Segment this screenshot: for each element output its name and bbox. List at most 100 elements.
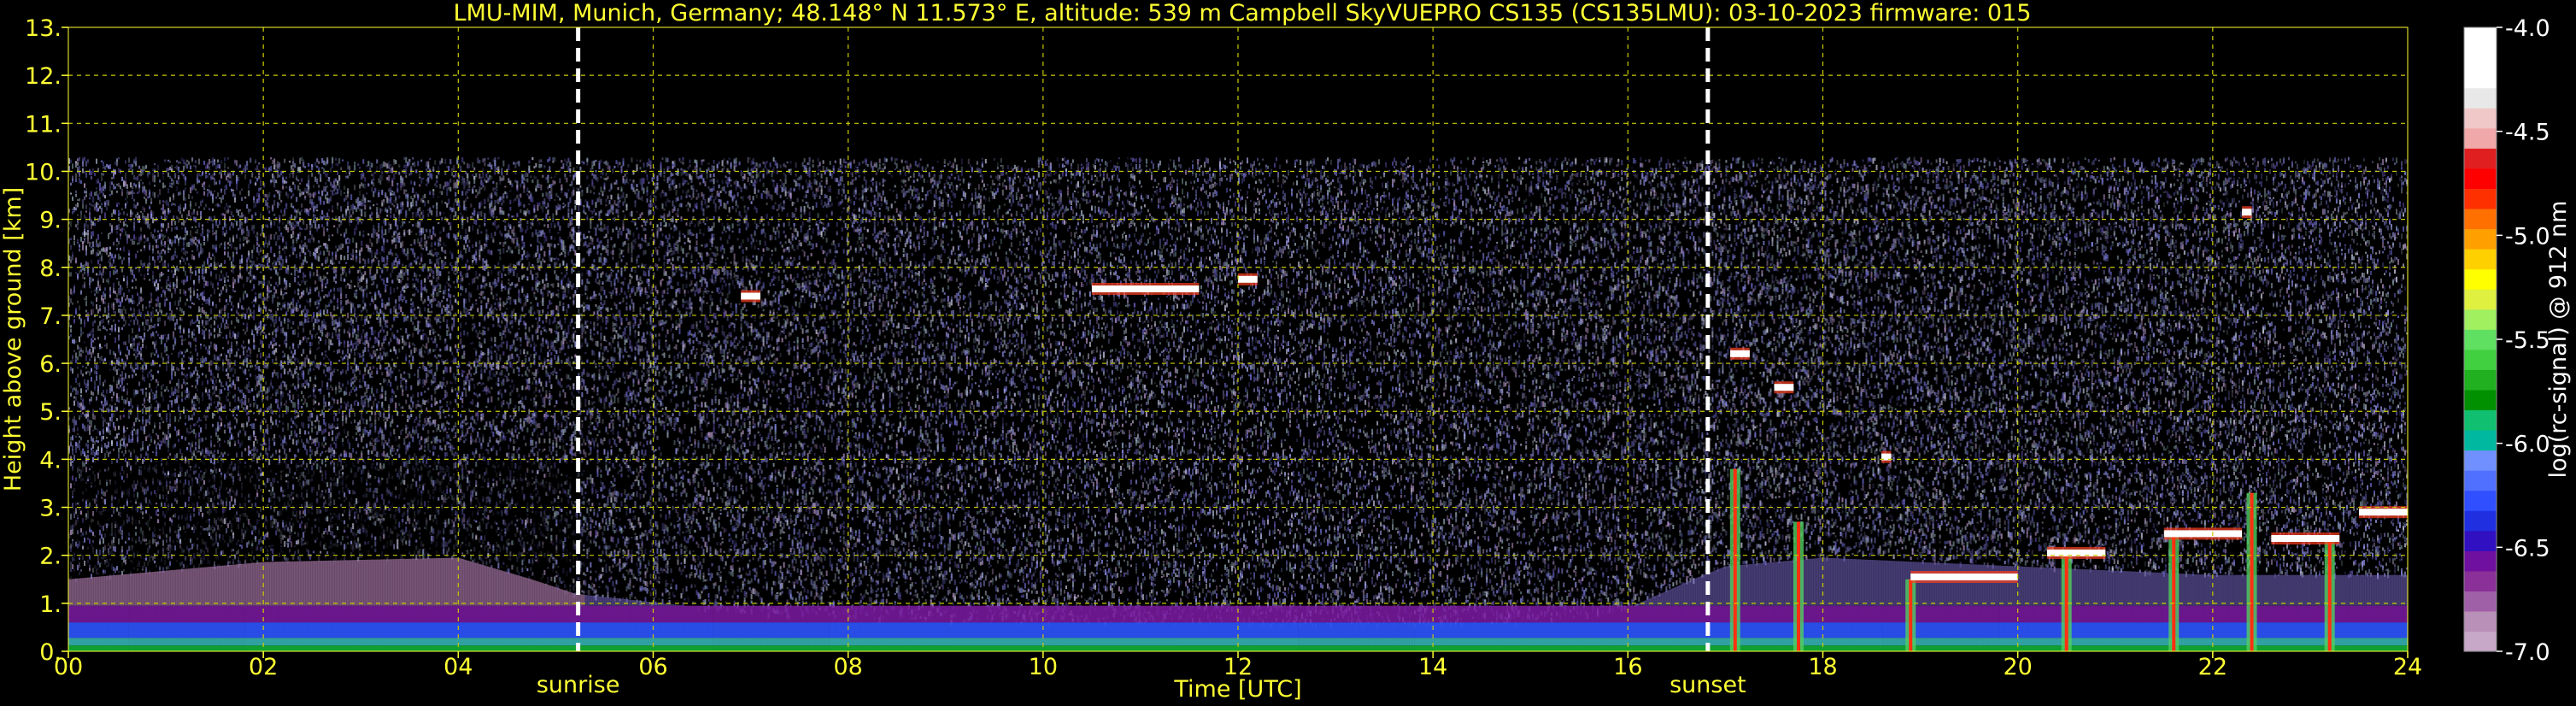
signal-speckle xyxy=(118,224,120,230)
signal-speckle xyxy=(87,455,89,456)
signal-speckle xyxy=(103,538,104,544)
signal-speckle xyxy=(108,260,109,263)
signal-speckle xyxy=(114,271,116,274)
signal-speckle xyxy=(84,298,85,301)
signal-speckle xyxy=(70,183,72,185)
signal-speckle xyxy=(120,476,121,479)
signal-speckle xyxy=(123,453,125,456)
signal-speckle xyxy=(104,379,106,383)
signal-speckle xyxy=(109,252,111,254)
signal-speckle xyxy=(120,385,121,387)
aerosol-layer xyxy=(97,577,99,606)
signal-speckle xyxy=(77,503,79,504)
boundary-layer xyxy=(96,606,97,623)
signal-speckle xyxy=(94,441,96,445)
signal-speckle xyxy=(79,249,80,252)
signal-speckle xyxy=(103,551,104,555)
signal-speckle xyxy=(72,211,73,215)
signal-speckle xyxy=(113,546,114,550)
signal-speckle xyxy=(75,436,77,438)
signal-speckle xyxy=(120,505,121,510)
signal-speckle xyxy=(118,254,120,260)
signal-speckle xyxy=(101,295,103,299)
surface-layer xyxy=(70,622,72,638)
signal-speckle xyxy=(118,217,120,221)
signal-speckle xyxy=(116,191,118,193)
signal-speckle xyxy=(103,547,104,550)
signal-speckle xyxy=(96,243,97,247)
signal-speckle xyxy=(121,371,123,377)
signal-speckle xyxy=(72,303,73,305)
signal-speckle xyxy=(99,271,101,276)
signal-speckle xyxy=(114,497,116,499)
signal-speckle xyxy=(101,187,103,193)
signal-speckle xyxy=(79,172,80,175)
signal-speckle xyxy=(94,363,96,368)
aerosol-layer xyxy=(109,575,111,605)
signal-speckle xyxy=(111,177,113,179)
signal-speckle xyxy=(84,462,85,467)
signal-speckle xyxy=(77,383,79,385)
signal-speckle xyxy=(106,482,108,486)
signal-speckle xyxy=(73,565,75,568)
signal-speckle xyxy=(75,503,77,506)
surface-layer xyxy=(103,622,104,638)
surface-layer xyxy=(84,638,85,645)
aerosol-layer xyxy=(70,580,72,606)
signal-speckle xyxy=(120,301,121,307)
signal-speckle xyxy=(91,421,92,426)
signal-speckle xyxy=(111,532,113,535)
signal-speckle xyxy=(73,511,75,513)
signal-speckle xyxy=(97,285,99,288)
signal-speckle xyxy=(77,239,79,241)
signal-speckle xyxy=(77,391,79,395)
signal-speckle xyxy=(79,314,80,320)
signal-speckle xyxy=(109,181,111,187)
signal-speckle xyxy=(111,522,113,527)
signal-speckle xyxy=(106,422,108,425)
signal-speckle xyxy=(116,269,118,272)
signal-speckle xyxy=(85,481,87,484)
signal-speckle xyxy=(84,238,85,240)
ground-return xyxy=(92,645,94,651)
signal-speckle xyxy=(99,197,101,200)
signal-speckle xyxy=(101,347,103,349)
surface-layer xyxy=(80,638,82,645)
signal-speckle xyxy=(101,176,103,181)
signal-speckle xyxy=(92,340,94,343)
signal-speckle xyxy=(84,278,85,279)
signal-speckle xyxy=(114,338,116,344)
signal-speckle xyxy=(80,450,82,456)
signal-speckle xyxy=(121,562,123,566)
signal-speckle xyxy=(79,337,80,343)
signal-speckle xyxy=(82,374,84,376)
signal-speckle xyxy=(96,450,97,455)
surface-layer xyxy=(73,638,75,645)
signal-speckle xyxy=(121,309,123,314)
signal-speckle xyxy=(84,272,85,274)
signal-speckle xyxy=(85,488,87,491)
signal-speckle xyxy=(80,534,82,537)
signal-speckle xyxy=(101,497,103,498)
signal-speckle xyxy=(91,260,92,264)
signal-speckle xyxy=(97,337,99,339)
surface-layer xyxy=(87,622,89,638)
signal-speckle xyxy=(87,504,89,509)
signal-speckle xyxy=(111,414,113,419)
signal-speckle xyxy=(77,162,79,166)
signal-speckle xyxy=(118,499,120,503)
signal-speckle xyxy=(121,476,123,480)
aerosol-layer xyxy=(121,574,123,606)
signal-speckle xyxy=(116,393,118,398)
signal-speckle xyxy=(113,283,114,288)
signal-speckle xyxy=(118,529,120,532)
signal-speckle xyxy=(92,540,94,543)
signal-speckle xyxy=(92,392,94,396)
signal-speckle xyxy=(120,378,121,382)
signal-speckle xyxy=(85,383,87,388)
signal-speckle xyxy=(101,249,103,252)
signal-speckle xyxy=(109,265,111,269)
signal-speckle xyxy=(99,470,101,473)
signal-speckle xyxy=(73,553,75,557)
surface-layer xyxy=(99,622,101,638)
